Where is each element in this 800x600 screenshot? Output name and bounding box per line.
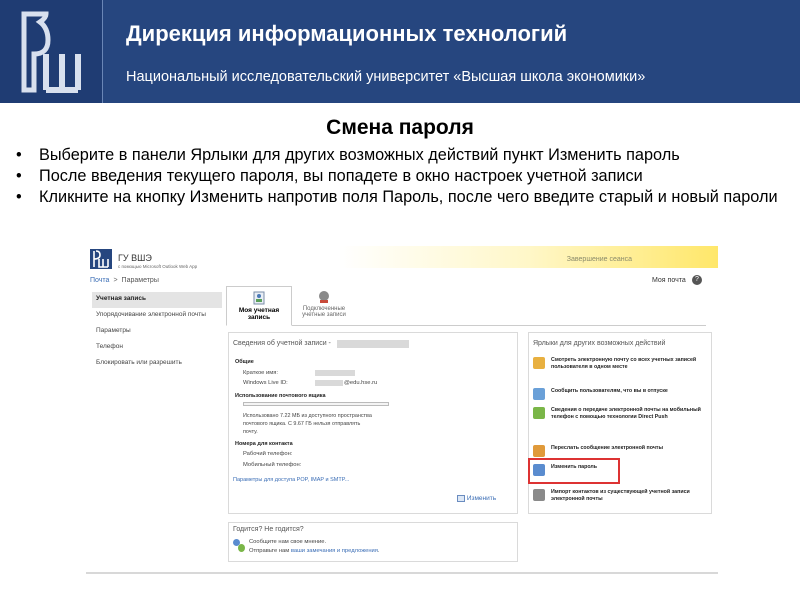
options-nav: Учетная запись Упорядочивание электронно…	[92, 292, 222, 372]
shortcut-label: Сведения о передаче электронной почты на…	[551, 407, 701, 420]
account-info-panel: Сведения об учетной записи - Общие Кратк…	[228, 332, 518, 514]
short-name-label: Краткое имя:	[243, 370, 278, 376]
account-tabs: Моя учетная запись Подключенные учетные …	[226, 286, 706, 326]
forward-icon	[533, 445, 545, 457]
hse-logo-icon	[21, 11, 81, 93]
redacted-account-name	[337, 340, 409, 348]
nav-item-organize-mail[interactable]: Упорядочивание электронной почты	[92, 308, 222, 324]
redacted-live-id	[315, 380, 343, 386]
header-subtitle: Национальный исследовательский университ…	[126, 69, 646, 85]
edit-label: Изменить	[466, 495, 497, 503]
feedback-line-1: Сообщите нам свое мнение.	[249, 539, 327, 545]
import-icon	[533, 489, 545, 501]
pop-imap-smtp-link[interactable]: Параметры для доступа POP, IMAP и SMTP..…	[233, 477, 349, 483]
hse-logo	[0, 0, 103, 103]
mobile-phone-label: Мобильный телефон:	[243, 462, 302, 468]
account-card-icon	[253, 291, 265, 305]
shortcut-label: Смотреть электронную почту со всех учетн…	[551, 357, 697, 370]
usage-text-1: Использовано 7.22 МБ из доступного прост…	[243, 413, 372, 419]
breadcrumb: Почта > Параметры	[90, 277, 159, 284]
usage-text-3: почту.	[243, 429, 258, 435]
shortcut-label: Сообщить пользователям, что вы в отпуске	[551, 388, 668, 394]
breadcrumb-current: Параметры	[121, 277, 159, 284]
instruction-item: Выберите в панели Ярлыки для других возм…	[16, 145, 792, 166]
shortcut-label: Переслать сообщение электронной почты	[551, 445, 664, 451]
tab-connected-label-2: учетные записи	[302, 312, 346, 318]
feedback-panel: Годится? Не годится? Сообщите нам свое м…	[228, 522, 518, 562]
feedback-link[interactable]: ваши замечания и предложения	[291, 548, 378, 554]
my-mail-menu[interactable]: Моя почта	[652, 277, 686, 284]
account-panel-title: Сведения об учетной записи -	[233, 340, 331, 347]
logout-link[interactable]: Завершение сеанса	[567, 256, 632, 263]
live-id-label: Windows Live ID:	[243, 380, 288, 386]
nav-item-phone[interactable]: Телефон	[92, 340, 222, 356]
slide-title: Смена пароля	[326, 116, 474, 139]
nav-item-account[interactable]: Учетная запись	[92, 292, 222, 308]
edit-account-button[interactable]: Изменить	[457, 495, 496, 502]
feedback-prefix: Отправьте нам	[249, 548, 290, 554]
redacted-short-name	[315, 370, 355, 376]
tab-my-account-label: Моя учетная запись	[238, 307, 280, 321]
contact-numbers-heading: Номера для контакта	[235, 441, 293, 447]
mailbox-usage-bar	[243, 402, 389, 406]
header-title: Дирекция информационных технологий	[126, 21, 568, 46]
live-id-value: @edu.hse.ru	[344, 380, 378, 386]
instruction-item: После введения текущего пароля, вы попад…	[16, 166, 792, 187]
feedback-people-icon	[233, 539, 245, 553]
slide-header: Дирекция информационных технологий Нацио…	[0, 0, 800, 103]
nav-item-block-allow[interactable]: Блокировать или разрешить	[92, 356, 222, 372]
mailbox-usage-heading: Использование почтового ящика	[235, 393, 326, 399]
usage-text-2: почтового ящика. С 9.67 ГБ нельзя отправ…	[243, 421, 361, 427]
shortcuts-title: Ярлыки для других возможных действий	[533, 340, 666, 347]
owa-app-name: ГУ ВШЭ	[118, 253, 152, 263]
connected-accounts-icon	[319, 291, 329, 303]
tab-connected-accounts[interactable]: Подключенные учетные записи	[298, 286, 350, 326]
vacation-icon	[533, 388, 545, 400]
tab-my-account[interactable]: Моя учетная запись	[226, 286, 292, 326]
general-heading: Общие	[235, 359, 254, 365]
edit-icon	[457, 495, 465, 502]
feedback-suffix: .	[377, 548, 380, 554]
instruction-item: Кликните на кнопку Изменить напротив пол…	[16, 187, 792, 208]
mobile-icon	[533, 407, 545, 419]
owa-app-subtitle: с помощью Microsoft Outlook Web App	[118, 264, 198, 269]
folder-icon	[533, 357, 545, 369]
feedback-title: Годится? Не годится?	[233, 526, 304, 533]
shortcuts-panel: Ярлыки для других возможных действий Смо…	[528, 332, 712, 514]
hse-small-logo-icon	[90, 249, 112, 269]
breadcrumb-mail-link[interactable]: Почта	[90, 277, 109, 284]
instruction-list: Выберите в панели Ярлыки для других возм…	[16, 145, 792, 208]
shortcut-label: Импорт контактов из существующей учетной…	[551, 489, 690, 502]
owa-screenshot: ГУ ВШЭ с помощью Microsoft Outlook Web A…	[86, 246, 718, 574]
feedback-line-2: Отправьте нам ваши замечания и предложен…	[249, 548, 380, 554]
breadcrumb-separator: >	[113, 277, 118, 284]
help-icon[interactable]: ?	[692, 275, 702, 285]
nav-item-settings[interactable]: Параметры	[92, 324, 222, 340]
change-password-highlight	[528, 458, 620, 484]
work-phone-label: Рабочий телефон:	[243, 451, 293, 457]
